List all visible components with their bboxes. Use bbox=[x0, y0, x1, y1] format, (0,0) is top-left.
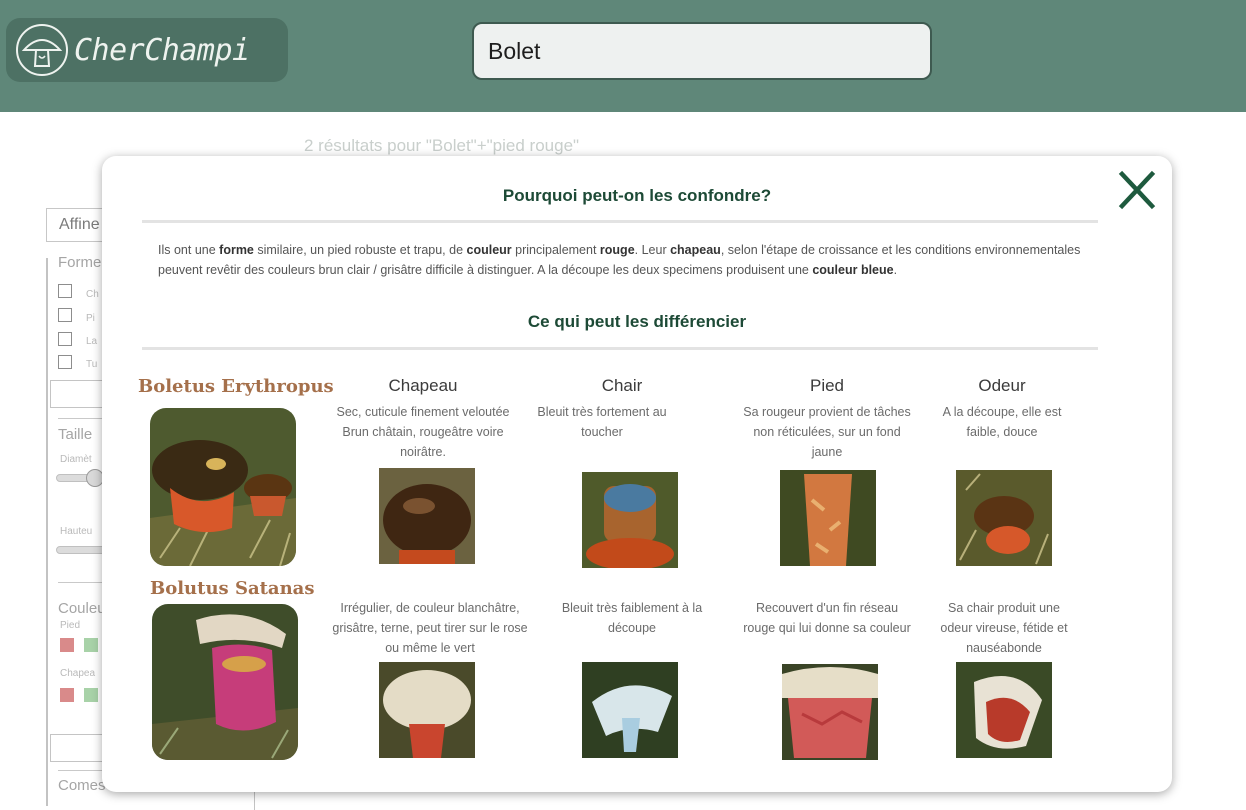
column-header-chair: Chair bbox=[601, 376, 643, 395]
column-header-chapeau: Chapeau bbox=[388, 376, 458, 395]
filters-border bbox=[46, 258, 48, 806]
desc-satanas-odeur: Sa chair produit une odeur vireuse, féti… bbox=[940, 601, 1068, 655]
close-button[interactable] bbox=[1118, 170, 1156, 210]
desc-satanas-pied: Recouvert d'un fin réseau rouge qui lui … bbox=[743, 601, 911, 635]
photo-satanas-chapeau bbox=[379, 662, 475, 758]
results-count: 2 résultats pour "Bolet"+"pied rouge" bbox=[304, 136, 580, 155]
photo-erythropus-chapeau bbox=[379, 468, 475, 564]
search-input[interactable]: Bolet bbox=[472, 22, 932, 80]
intro-text-segment: . bbox=[893, 263, 898, 277]
species-photo-satanas bbox=[152, 604, 298, 760]
column-header-pied: Pied bbox=[809, 376, 845, 395]
chapeau-color-swatch-red[interactable] bbox=[60, 688, 74, 702]
filter-comestible-label: Comes bbox=[58, 777, 106, 794]
desc-erythropus-chapeau: Sec, cuticule finement veloutée Brun châ… bbox=[336, 405, 510, 459]
photo-erythropus-chair bbox=[582, 472, 678, 570]
filter-divider bbox=[58, 582, 108, 583]
filter-forme-checkbox[interactable] bbox=[58, 332, 72, 346]
results-divider bbox=[254, 790, 255, 810]
column-header-odeur: Odeur bbox=[978, 376, 1026, 395]
modal-divider bbox=[142, 347, 1098, 350]
close-x-icon bbox=[1118, 170, 1156, 210]
filter-diametre-label: Diamèt bbox=[60, 454, 92, 465]
photo-satanas-pied bbox=[782, 664, 878, 760]
filter-hauteur-label: Hauteu bbox=[60, 526, 93, 537]
app-logo[interactable]: CherChampi bbox=[6, 18, 288, 82]
photo-satanas-chair bbox=[582, 662, 678, 758]
species-photo-erythropus bbox=[150, 408, 296, 566]
intro-text-segment: . Leur bbox=[634, 243, 671, 257]
intro-emphasis: couleur bbox=[466, 243, 512, 257]
comparison-modal: Pourquoi peut-on les confondre? Ils ont … bbox=[102, 156, 1172, 792]
modal-diff-title: Ce qui peut les différencier bbox=[527, 312, 747, 331]
intro-emphasis: couleur bleue bbox=[812, 263, 894, 277]
filter-forme-option: Pi bbox=[86, 313, 95, 324]
filter-divider bbox=[58, 770, 108, 771]
species-name-satanas: Bolutus Satanas bbox=[150, 578, 315, 599]
filter-forme-checkbox[interactable] bbox=[58, 284, 72, 298]
desc-erythropus-chair: Bleuit très fortement au toucher bbox=[537, 405, 667, 439]
desc-satanas-chair: Bleuit très faiblement à la découpe bbox=[561, 601, 703, 635]
photo-erythropus-odeur bbox=[956, 470, 1052, 566]
filter-taille-label: Taille bbox=[58, 426, 93, 443]
mushroom-logo-icon bbox=[16, 24, 68, 76]
intro-text-segment: principalement bbox=[511, 243, 600, 257]
app-header: CherChampi Bolet bbox=[0, 0, 1246, 112]
modal-title: Pourquoi peut-on les confondre? bbox=[502, 186, 772, 205]
filter-divider bbox=[58, 418, 108, 419]
refine-label: Affine bbox=[59, 216, 100, 233]
pied-color-swatch-red[interactable] bbox=[60, 638, 74, 652]
modal-divider bbox=[142, 220, 1098, 223]
desc-erythropus-pied: Sa rougeur provient de tâches non réticu… bbox=[743, 405, 911, 459]
filter-couleur-label: Couleu bbox=[58, 600, 106, 617]
intro-text-segment: similaire, un pied robuste et trapu, de bbox=[253, 243, 467, 257]
intro-text-segment: Ils ont une bbox=[158, 243, 220, 257]
intro-emphasis: chapeau bbox=[670, 243, 721, 257]
hauteur-slider[interactable] bbox=[56, 546, 106, 554]
filter-pied-label: Pied bbox=[60, 620, 81, 631]
pied-color-swatch-green[interactable] bbox=[84, 638, 98, 652]
modal-intro-text: Ils ont une forme similaire, un pied rob… bbox=[158, 240, 1118, 280]
photo-satanas-odeur bbox=[956, 662, 1052, 758]
desc-satanas-chapeau: Irrégulier, de couleur blanchâtre, grisâ… bbox=[332, 601, 528, 655]
photo-erythropus-pied bbox=[780, 470, 876, 566]
filter-forme-label: Forme bbox=[58, 254, 102, 271]
intro-emphasis: rouge bbox=[599, 243, 635, 257]
filter-chapeau-label: Chapea bbox=[60, 668, 96, 679]
intro-emphasis: forme bbox=[219, 243, 254, 257]
search-input-value: Bolet bbox=[488, 37, 541, 64]
filter-forme-option: La bbox=[86, 336, 98, 347]
desc-erythropus-odeur: A la découpe, elle est faible, douce bbox=[942, 405, 1062, 439]
filter-forme-option: Tu bbox=[86, 359, 98, 370]
filter-forme-checkbox[interactable] bbox=[58, 355, 72, 369]
app-logo-text: CherChampi bbox=[74, 32, 250, 68]
filter-forme-checkbox[interactable] bbox=[58, 308, 72, 322]
chapeau-color-swatch-green[interactable] bbox=[84, 688, 98, 702]
filter-forme-option: Ch bbox=[86, 289, 99, 300]
species-name-erythropus: Boletus Erythropus bbox=[138, 376, 334, 397]
